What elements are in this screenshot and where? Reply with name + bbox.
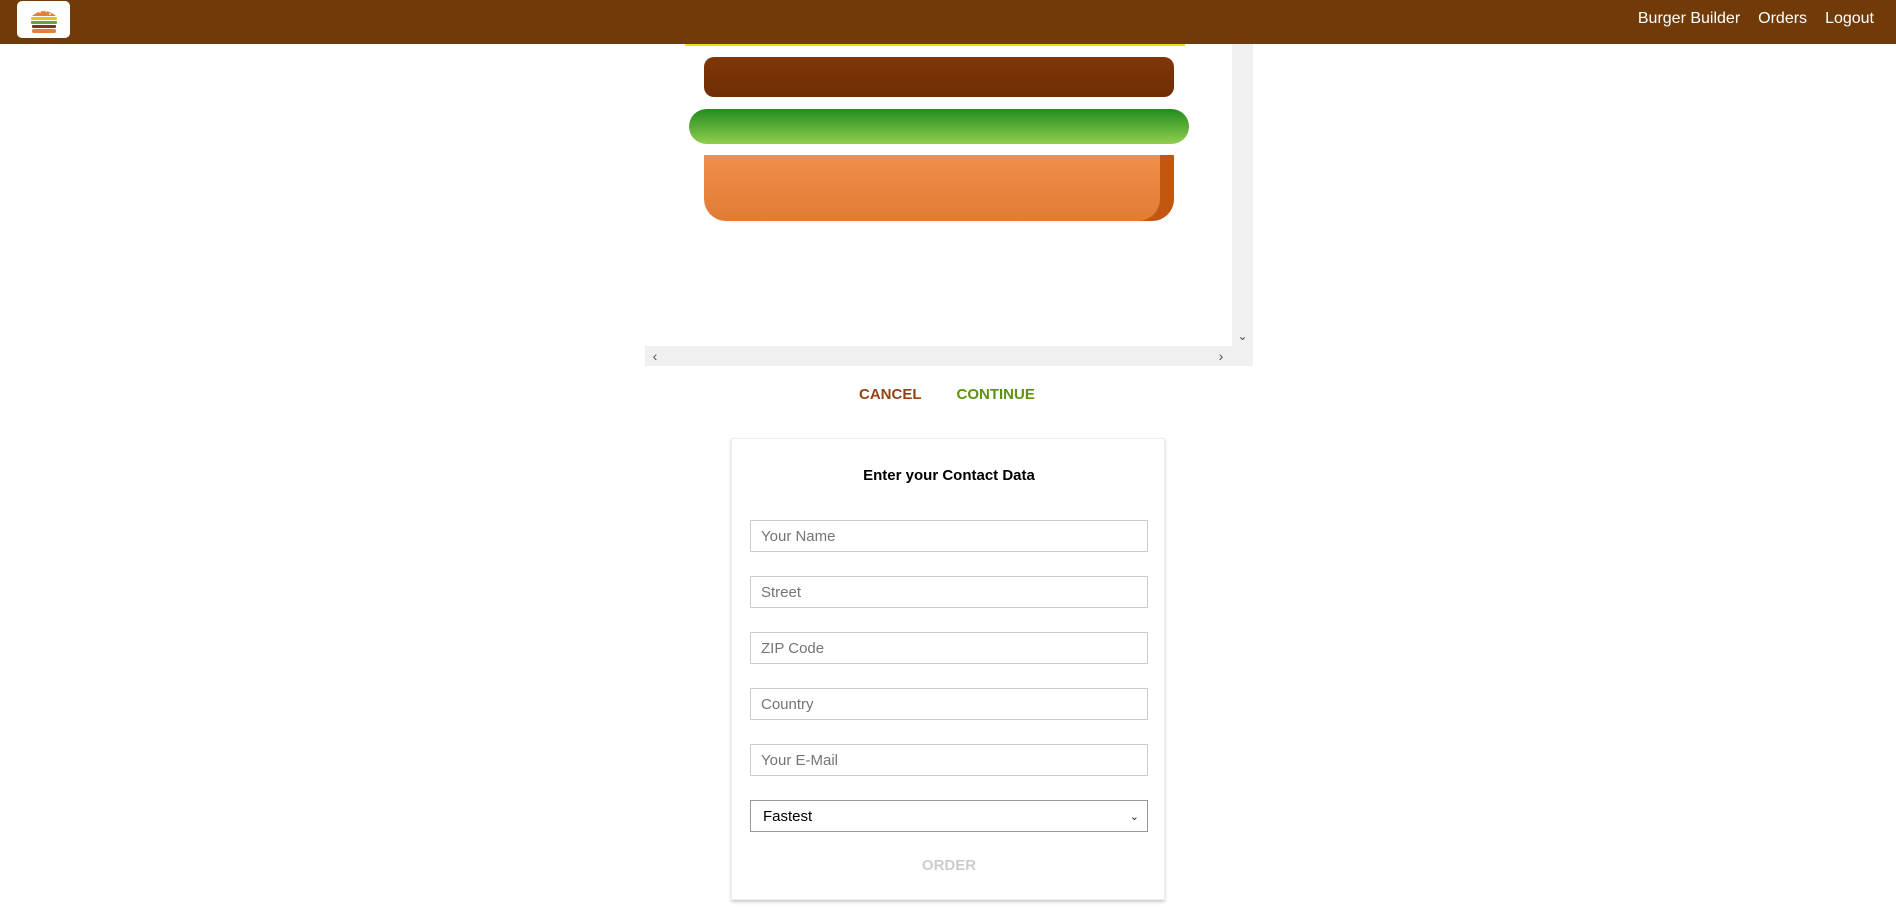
form-title: Enter your Contact Data [863, 467, 1035, 484]
delivery-method-value: Fastest [763, 807, 813, 825]
nav-logout[interactable]: Logout [1825, 10, 1874, 28]
country-field[interactable] [750, 688, 1148, 720]
contact-data-form: Enter your Contact Data Fastest ⌄ ORDER [731, 438, 1165, 900]
chevron-down-icon: ⌄ [1129, 810, 1139, 823]
zip-code-field[interactable] [750, 632, 1148, 664]
scroll-down-icon[interactable]: ⌄ [1232, 326, 1253, 346]
toolbar: Burger Builder Orders Logout [0, 0, 1896, 44]
burger-preview: ⌄ ‹ › [645, 44, 1253, 366]
scroll-right-icon[interactable]: › [1211, 346, 1231, 366]
nav-orders[interactable]: Orders [1758, 10, 1807, 28]
vertical-scrollbar[interactable]: ⌄ [1232, 44, 1253, 346]
continue-button[interactable]: CONTINUE [957, 386, 1035, 403]
burger-salad-layer [689, 109, 1189, 144]
bread-top-edge [685, 44, 1185, 46]
burger-bread-bottom [704, 155, 1174, 221]
name-field[interactable] [750, 520, 1148, 552]
burger-meat-layer [704, 57, 1174, 97]
burger-logo-icon [31, 10, 57, 33]
checkout-actions: CANCEL CONTINUE [845, 383, 1035, 405]
order-button[interactable]: ORDER [732, 857, 1166, 874]
cancel-button[interactable]: CANCEL [859, 386, 922, 403]
scroll-left-icon[interactable]: ‹ [645, 346, 665, 366]
delivery-method-select[interactable]: Fastest ⌄ [750, 800, 1148, 832]
horizontal-scrollbar[interactable]: ‹ › [645, 346, 1253, 366]
logo[interactable] [17, 1, 70, 38]
email-field[interactable] [750, 744, 1148, 776]
street-field[interactable] [750, 576, 1148, 608]
nav-burger-builder[interactable]: Burger Builder [1638, 10, 1740, 28]
main-nav: Burger Builder Orders Logout [1620, 0, 1874, 38]
